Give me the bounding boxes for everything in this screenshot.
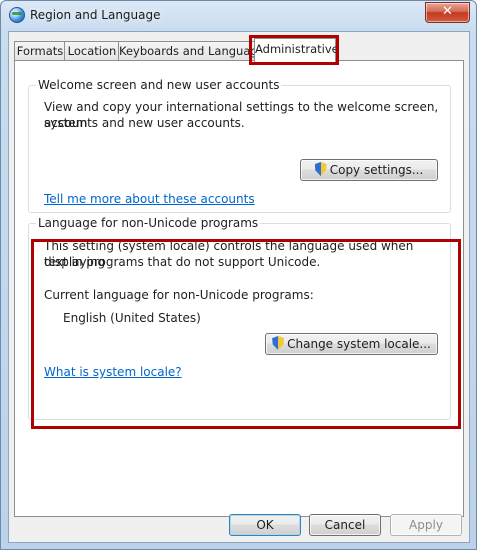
tab-panel-administrative: Welcome screen and new user accounts Vie… bbox=[14, 60, 464, 517]
globe-icon bbox=[9, 7, 25, 23]
window-title: Region and Language bbox=[30, 8, 161, 22]
tab-formats[interactable]: Formats bbox=[14, 41, 66, 61]
group-title: Welcome screen and new user accounts bbox=[36, 78, 282, 92]
ok-button[interactable]: OK bbox=[229, 514, 301, 536]
dialog-window: Region and Language ✕ Formats Location K… bbox=[0, 0, 477, 550]
title-bar[interactable]: Region and Language ✕ bbox=[1, 1, 476, 31]
shield-icon bbox=[314, 162, 327, 176]
dialog-body: Formats Location Keyboards and Languages… bbox=[8, 31, 470, 543]
close-button[interactable]: ✕ bbox=[425, 2, 470, 23]
welcome-screen-group: Welcome screen and new user accounts Vie… bbox=[28, 78, 451, 213]
tab-location[interactable]: Location bbox=[64, 41, 120, 61]
accounts-help-link[interactable]: Tell me more about these accounts bbox=[44, 192, 255, 206]
welcome-description-line2: accounts and new user accounts. bbox=[44, 116, 245, 130]
close-icon: ✕ bbox=[442, 4, 453, 19]
tab-label: Formats bbox=[16, 44, 64, 58]
tab-label: Location bbox=[67, 44, 117, 58]
button-label: OK bbox=[256, 518, 274, 532]
cancel-button[interactable]: Cancel bbox=[309, 514, 381, 536]
locale-highlight-box bbox=[31, 239, 461, 429]
button-label: Cancel bbox=[324, 518, 366, 532]
apply-button[interactable]: Apply bbox=[390, 514, 462, 536]
copy-settings-button[interactable]: Copy settings... bbox=[300, 159, 438, 181]
tab-highlight-box bbox=[249, 35, 339, 65]
button-label: Apply bbox=[409, 518, 443, 532]
tab-keyboards-and-languages[interactable]: Keyboards and Languages bbox=[118, 41, 271, 61]
button-label: Copy settings... bbox=[329, 163, 424, 177]
group-title: Language for non-Unicode programs bbox=[36, 216, 261, 230]
tab-label: Keyboards and Languages bbox=[119, 44, 271, 58]
